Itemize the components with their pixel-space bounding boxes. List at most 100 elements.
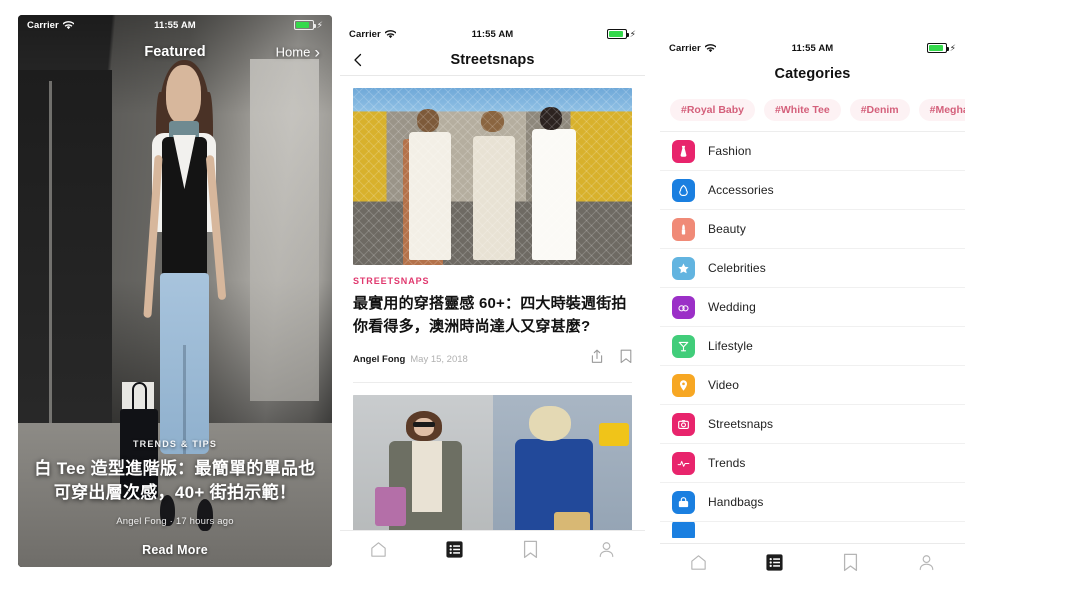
chevron-right-icon: › [314, 42, 320, 62]
article-category[interactable]: STREETSNAPS [353, 276, 632, 286]
page-title: Streetsnaps [450, 51, 535, 68]
category-row-streetsnaps[interactable]: Streetsnaps [660, 405, 965, 444]
dress-icon [672, 139, 695, 163]
carrier-label: Carrier [349, 28, 381, 40]
share-icon[interactable] [590, 349, 604, 369]
card-headline: 白 Tee 造型進階版：最簡單的單品也可穿出層次感，40+ 街拍示範！ [34, 458, 316, 503]
article-thumbnail[interactable] [353, 88, 632, 265]
article-feed: STREETSNAPS 最實用的穿搭靈感 60+：四大時裝週街拍你看得多，澳洲時… [340, 76, 645, 568]
read-more-button[interactable]: Read More [32, 543, 318, 557]
battery-icon [926, 43, 949, 53]
category-label: Accessories [708, 183, 774, 197]
tab-home[interactable] [358, 536, 398, 564]
screenshot-stage: Carrier 11:55 AM ⚡ Featured Home › TREND… [0, 0, 1080, 608]
status-carrier-group: Carrier [669, 42, 717, 54]
phone-screen-streetsnaps: Carrier 11:55 AM ⚡ Streetsnaps STREETSNA… [340, 24, 645, 568]
card-kicker: TRENDS & TIPS [132, 438, 218, 449]
category-label: Lifestyle [708, 339, 753, 353]
category-row-video[interactable]: Video [660, 366, 965, 405]
category-label: Trends [708, 456, 746, 470]
tag-chip[interactable]: #Royal Baby [670, 99, 756, 121]
charging-icon: ⚡ [316, 19, 323, 30]
back-button[interactable] [351, 53, 365, 67]
tab-profile[interactable] [907, 549, 947, 577]
home-button-label: Home [275, 44, 311, 60]
category-label: Video [708, 378, 739, 392]
lipstick-icon [672, 217, 695, 241]
wifi-icon [62, 20, 75, 30]
category-row-beauty[interactable]: Beauty [660, 210, 965, 249]
cocktail-icon [672, 334, 695, 358]
bookmark-icon[interactable] [620, 349, 632, 369]
tag-chip[interactable]: #Denim [849, 99, 910, 121]
page-title: Categories [774, 66, 851, 82]
tab-bookmarks[interactable] [831, 549, 871, 577]
card-time-ago: 17 hours ago [175, 516, 234, 527]
handbag-icon [672, 522, 695, 538]
card-byline: Angel Fong · 17 hours ago [32, 516, 318, 527]
page-title: Featured [144, 44, 206, 60]
phone-screen-categories: Carrier 11:55 AM ⚡ Categories #Royal Bab… [660, 38, 965, 581]
battery-icon [293, 20, 316, 30]
charging-icon: ⚡ [629, 28, 636, 39]
tab-categories[interactable] [434, 536, 474, 564]
article-author: Angel Fong [353, 353, 406, 365]
category-row-handbags[interactable]: Handbags [660, 483, 965, 522]
status-bar: Carrier 11:55 AM ⚡ [660, 38, 965, 58]
tab-bookmarks[interactable] [511, 536, 551, 564]
carrier-label: Carrier [669, 42, 701, 54]
card-author: Angel Fong [116, 516, 167, 527]
category-row-wedding[interactable]: Wedding [660, 288, 965, 327]
category-label: Wedding [708, 300, 756, 314]
status-carrier-group: Carrier [349, 28, 397, 40]
status-bar: Carrier 11:55 AM ⚡ [18, 15, 332, 35]
tab-profile[interactable] [587, 536, 627, 564]
article-divider [353, 382, 632, 383]
status-right-group: ⚡ [606, 28, 636, 39]
tag-strip[interactable]: #Royal Baby #White Tee #Denim #Meghan Ma… [660, 90, 965, 132]
location-icon [672, 373, 695, 397]
wifi-icon [384, 29, 397, 39]
category-row-accessories[interactable]: Accessories [660, 171, 965, 210]
status-right-group: ⚡ [926, 42, 956, 53]
star-icon [672, 256, 695, 280]
battery-icon [606, 29, 629, 39]
tab-bar [660, 543, 965, 581]
tag-chip[interactable]: #Meghan Mar [918, 99, 965, 121]
category-label: Beauty [708, 222, 746, 236]
navigation-bar: Categories [660, 58, 965, 90]
category-label: Streetsnaps [708, 417, 774, 431]
navigation-bar: Streetsnaps [340, 44, 645, 76]
status-bar: Carrier 11:55 AM ⚡ [340, 24, 645, 44]
category-row-fashion[interactable]: Fashion [660, 132, 965, 171]
article-card[interactable]: STREETSNAPS 最實用的穿搭靈感 60+：四大時裝週街拍你看得多，澳洲時… [353, 88, 632, 383]
category-row-partial[interactable] [660, 522, 965, 538]
category-row-lifestyle[interactable]: Lifestyle [660, 327, 965, 366]
pulse-icon [672, 451, 695, 475]
charging-icon: ⚡ [949, 42, 956, 53]
category-row-celebrities[interactable]: Celebrities [660, 249, 965, 288]
article-meta: Angel Fong May 15, 2018 [353, 349, 632, 369]
featured-card-text: TRENDS & TIPS 白 Tee 造型進階版：最簡單的單品也可穿出層次感，… [18, 439, 332, 557]
tag-chip[interactable]: #White Tee [764, 99, 841, 121]
category-list: Fashion Accessories Beauty Celebrities W… [660, 132, 965, 538]
category-label: Handbags [708, 495, 764, 509]
gem-icon [672, 178, 695, 202]
featured-nav: Featured Home › [18, 37, 332, 67]
status-right-group: ⚡ [293, 19, 323, 30]
tab-categories[interactable] [754, 549, 794, 577]
phone-screen-featured: Carrier 11:55 AM ⚡ Featured Home › TREND… [18, 15, 332, 567]
camera-icon [672, 412, 695, 436]
article-date: May 15, 2018 [410, 353, 468, 365]
wifi-icon [704, 43, 717, 53]
handbag-icon [672, 490, 695, 514]
home-button[interactable]: Home › [276, 44, 320, 61]
category-row-trends[interactable]: Trends [660, 444, 965, 483]
article-actions [590, 349, 632, 369]
category-label: Fashion [708, 144, 752, 158]
article-title[interactable]: 最實用的穿搭靈感 60+：四大時裝週街拍你看得多，澳洲時尚達人又穿甚麼? [353, 293, 632, 338]
tab-bar [340, 530, 645, 568]
tab-home[interactable] [678, 549, 718, 577]
category-label: Celebrities [708, 261, 766, 275]
rings-icon [672, 295, 695, 319]
